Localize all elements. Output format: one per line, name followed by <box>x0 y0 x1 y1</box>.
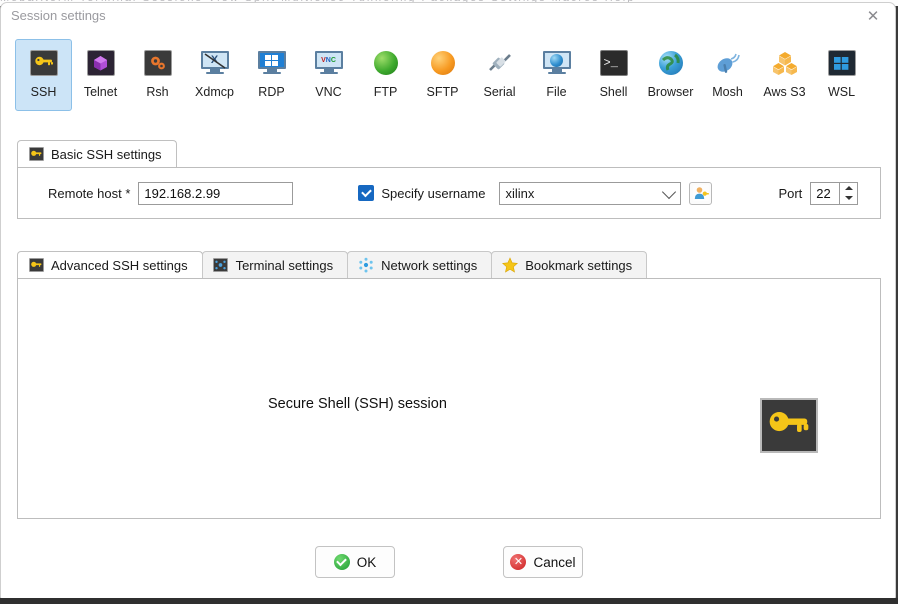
protocol-label: Mosh <box>712 85 743 99</box>
protocol-file[interactable]: File <box>528 39 585 111</box>
file-monitor-icon <box>542 48 572 78</box>
tab-label: Network settings <box>381 257 478 273</box>
protocol-label: Browser <box>647 85 694 99</box>
tab-label: Bookmark settings <box>525 257 633 273</box>
protocol-rdp[interactable]: RDP <box>243 39 300 111</box>
ok-button[interactable]: OK <box>315 546 395 578</box>
rsh-gears-icon <box>143 48 173 78</box>
port-input[interactable] <box>810 181 841 205</box>
protocol-vnc[interactable]: VNC VNC <box>300 39 357 111</box>
aws-s3-icon <box>770 48 800 78</box>
protocol-label: Aws S3 <box>763 85 806 99</box>
ftp-globe-icon <box>371 48 401 78</box>
settings-content-panel: Secure Shell (SSH) session <box>17 278 881 519</box>
settings-tabs-group: Advanced SSH settings Terminal settings … <box>17 250 881 519</box>
dialog-footer: OK ✕ Cancel <box>1 546 895 586</box>
browser-globe-icon <box>656 48 686 78</box>
protocol-label: Telnet <box>83 85 118 99</box>
desktop-bottom-strip <box>0 598 898 604</box>
ssh-key-icon <box>28 147 44 162</box>
sftp-globe-icon <box>428 48 458 78</box>
session-description: Secure Shell (SSH) session <box>268 396 447 412</box>
remote-host-label: Remote host * <box>48 185 131 201</box>
ssh-key-icon <box>28 258 44 273</box>
basic-fields-row: Remote host * Specify username xilinx Po… <box>18 181 880 205</box>
port-spinner[interactable] <box>840 181 859 205</box>
tab-label: Basic SSH settings <box>51 146 162 162</box>
protocol-label: VNC <box>315 85 342 99</box>
protocol-label: Rsh <box>146 85 169 99</box>
shell-prompt-icon: >_ <box>599 48 629 78</box>
title-bar: Session settings ✕ <box>1 3 895 29</box>
username-combobox[interactable]: xilinx <box>499 181 682 205</box>
user-key-icon[interactable] <box>689 181 713 205</box>
protocol-mosh[interactable]: Mosh <box>699 39 756 111</box>
protocol-label: WSL <box>827 85 856 99</box>
protocol-rsh[interactable]: Rsh <box>129 39 186 111</box>
username-value: xilinx <box>505 185 535 201</box>
wsl-windows-icon <box>827 48 857 78</box>
spinner-down-icon[interactable] <box>840 193 857 204</box>
protocol-ssh[interactable]: SSH <box>15 39 72 111</box>
protocol-label: SSH <box>30 85 57 99</box>
protocol-label: RDP <box>258 85 285 99</box>
tab-basic-ssh-settings[interactable]: Basic SSH settings <box>17 140 177 167</box>
rdp-windows-icon <box>257 48 287 78</box>
basic-ssh-settings-group: Basic SSH settings Remote host * Specify… <box>17 139 881 219</box>
tab-bookmark-settings[interactable]: Bookmark settings <box>491 251 648 278</box>
protocol-label: Serial <box>483 85 516 99</box>
protocol-label: Shell <box>599 85 628 99</box>
protocol-xdmcp[interactable]: X Xdmcp <box>186 39 243 111</box>
specify-username-checkbox[interactable] <box>358 185 375 201</box>
telnet-icon <box>86 48 116 78</box>
remote-host-input[interactable] <box>138 181 294 205</box>
specify-username-label: Specify username <box>381 185 486 201</box>
cancel-button[interactable]: ✕ Cancel <box>503 546 583 578</box>
session-settings-dialog: Session settings ✕ SSH Telnet Rsh X Xdmc… <box>0 2 896 600</box>
window-title: Session settings <box>11 8 106 23</box>
xdmcp-monitor-icon: X <box>200 48 230 78</box>
protocol-label: SFTP <box>426 85 459 99</box>
protocol-label: Xdmcp <box>195 85 234 99</box>
x-circle-icon: ✕ <box>510 554 527 570</box>
protocol-label: File <box>546 85 567 99</box>
protocol-selector-bar: SSH Telnet Rsh X Xdmcp RDP V N C VNC FTP… <box>15 39 881 115</box>
basic-settings-panel: Remote host * Specify username xilinx Po… <box>17 167 881 219</box>
close-icon[interactable]: ✕ <box>851 3 895 29</box>
protocol-label: FTP <box>373 85 398 99</box>
protocol-wsl[interactable]: WSL <box>813 39 870 111</box>
protocol-sftp[interactable]: SFTP <box>414 39 471 111</box>
tab-network-settings[interactable]: Network settings <box>347 251 493 278</box>
network-dots-icon <box>358 257 374 273</box>
settings-tabstrip: Advanced SSH settings Terminal settings … <box>17 250 881 278</box>
check-circle-icon <box>333 554 350 570</box>
cancel-button-label: Cancel <box>533 554 576 570</box>
protocol-serial[interactable]: Serial <box>471 39 528 111</box>
protocol-telnet[interactable]: Telnet <box>72 39 129 111</box>
tab-terminal-settings[interactable]: Terminal settings <box>201 251 349 278</box>
spinner-up-icon[interactable] <box>840 183 857 194</box>
protocol-aws-s3[interactable]: Aws S3 <box>756 39 813 111</box>
tab-advanced-ssh-settings[interactable]: Advanced SSH settings <box>17 251 203 278</box>
serial-plug-icon <box>485 48 515 78</box>
ssh-key-icon <box>29 48 59 78</box>
mosh-dish-icon <box>713 48 743 78</box>
protocol-ftp[interactable]: FTP <box>357 39 414 111</box>
vnc-monitor-icon: VNC <box>314 48 344 78</box>
ok-button-label: OK <box>356 554 377 570</box>
protocol-browser[interactable]: Browser <box>642 39 699 111</box>
ssh-key-icon <box>760 398 818 453</box>
protocol-shell[interactable]: >_ Shell <box>585 39 642 111</box>
tab-label: Terminal settings <box>235 257 334 273</box>
star-icon <box>502 257 519 273</box>
terminal-icon <box>213 258 229 273</box>
port-label: Port <box>778 185 803 201</box>
tab-label: Advanced SSH settings <box>51 257 188 273</box>
basic-tabstrip: Basic SSH settings <box>17 139 881 167</box>
chevron-down-icon <box>662 184 677 199</box>
